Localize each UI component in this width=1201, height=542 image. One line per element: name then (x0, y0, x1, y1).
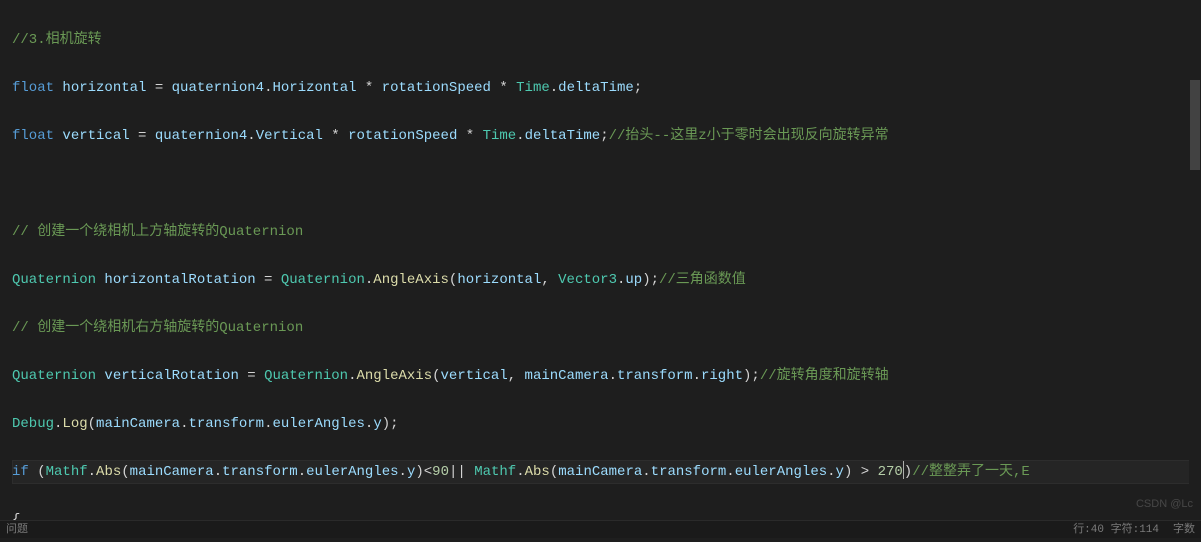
scroll-thumb[interactable] (1190, 80, 1200, 170)
code-comment: // 创建一个绕相机右方轴旋转的Quaternion (12, 320, 303, 336)
code-comment: //3.相机旋转 (12, 32, 102, 48)
code-editor[interactable]: //3.相机旋转 float horizontal = quaternion4.… (0, 0, 1201, 520)
current-line: if (Mathf.Abs(mainCamera.transform.euler… (12, 460, 1201, 484)
variable: horizontal (62, 80, 146, 96)
vertical-scrollbar[interactable] (1189, 0, 1201, 520)
text-cursor (903, 461, 904, 479)
keyword: float (12, 80, 54, 96)
status-bar: 问题 行:40 字符:114 字数 (0, 520, 1201, 538)
code-comment: // 创建一个绕相机上方轴旋转的Quaternion (12, 224, 303, 240)
